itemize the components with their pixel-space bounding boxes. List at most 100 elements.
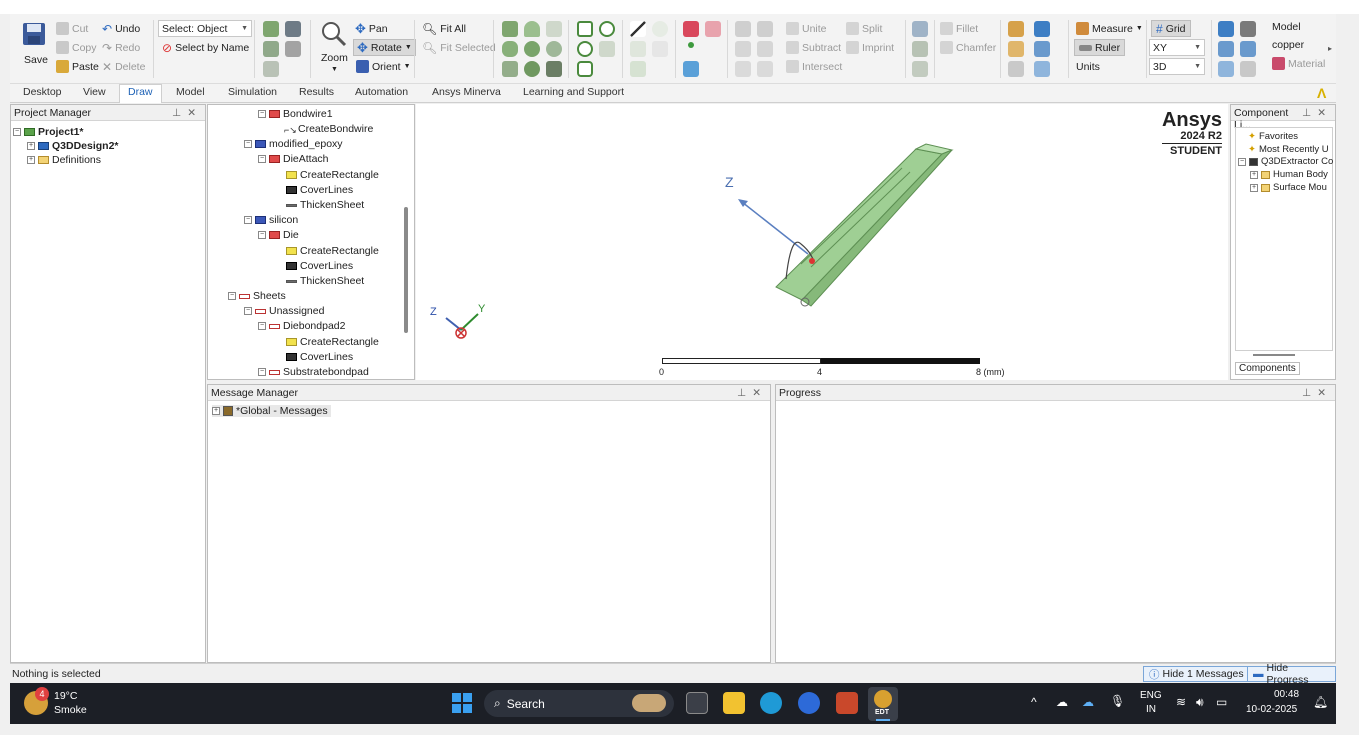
model-geometry[interactable] — [416, 104, 1228, 380]
windows-start-icon[interactable] — [451, 692, 473, 714]
dimension-dropdown[interactable]: 3D ▼ — [1149, 58, 1205, 75]
collapse-icon[interactable]: − — [258, 155, 266, 163]
subregion-icon[interactable] — [705, 21, 721, 37]
measure-button[interactable]: Measure ▼ — [1076, 20, 1143, 37]
tree-item[interactable]: CoverLines — [286, 184, 353, 196]
3d-viewport[interactable]: Ansys 2024 R2 STUDENT Z Z Y X 0 4 8 (mm) — [416, 104, 1228, 380]
coordinate-system-icon[interactable] — [1008, 21, 1024, 37]
intersect-button[interactable]: Intersect — [786, 58, 842, 75]
hide-progress-button[interactable]: ▬ Hide Progress — [1247, 662, 1336, 686]
collapse-icon[interactable]: − — [13, 128, 21, 136]
save-button[interactable]: Save — [18, 18, 50, 80]
clock-time[interactable]: 00:48 — [1274, 689, 1299, 700]
wifi-icon[interactable]: ≋ — [1176, 695, 1186, 709]
expand-icon[interactable]: + — [1250, 170, 1258, 179]
onedrive-icon[interactable]: ☁ — [1082, 695, 1094, 709]
redo-button[interactable]: ↷ Redo — [102, 39, 140, 56]
boolean-d-icon[interactable] — [757, 41, 773, 57]
imprint-button[interactable]: Imprint — [846, 39, 894, 56]
collapse-icon[interactable]: − — [258, 110, 266, 118]
orient-button[interactable]: Orient ▼ — [356, 58, 411, 75]
language-region[interactable]: IN — [1146, 704, 1156, 715]
plane-icon[interactable] — [683, 61, 699, 77]
collapse-icon[interactable]: − — [228, 292, 236, 300]
zoom-app-icon[interactable] — [798, 692, 820, 714]
box-icon[interactable] — [502, 21, 518, 37]
tree-item[interactable]: − Substratebondpad — [258, 366, 369, 378]
sweep-icon[interactable] — [912, 21, 928, 37]
fillet-button[interactable]: Fillet — [940, 20, 978, 37]
line-tool-icon[interactable] — [630, 21, 646, 37]
chamfer-button[interactable]: Chamfer — [940, 39, 996, 56]
select-mode-dropdown[interactable]: Select: Object ▼ — [158, 20, 252, 37]
collapse-icon[interactable]: − — [244, 216, 252, 224]
global-messages-item[interactable]: + *Global - Messages — [212, 405, 331, 417]
boolean-e-icon[interactable] — [735, 61, 751, 77]
boolean-a-icon[interactable] — [735, 21, 751, 37]
tab-results[interactable]: Results — [299, 86, 334, 98]
select-edge-icon[interactable] — [263, 41, 279, 57]
tree-item[interactable]: − Q3DExtractor Co — [1238, 156, 1333, 167]
tree-item[interactable]: − Die — [258, 229, 299, 241]
arc-tool-icon[interactable] — [652, 21, 668, 37]
edge-icon[interactable] — [1008, 61, 1024, 77]
unite-button[interactable]: Unite — [786, 20, 827, 37]
tree-item[interactable]: − Unassigned — [244, 305, 324, 317]
tab-learning-and-support[interactable]: Learning and Support — [523, 86, 624, 98]
tree-item[interactable]: CreateRectangle — [286, 245, 379, 257]
tab-automation[interactable]: Automation — [355, 86, 408, 98]
object-cs-icon[interactable] — [1034, 41, 1050, 57]
fit-selected-button[interactable]: 🔍︎ Fit Selected — [422, 39, 496, 56]
material-button[interactable]: Material — [1272, 55, 1325, 72]
expand-icon[interactable]: + — [27, 142, 35, 150]
zoom-button[interactable]: Zoom ▼ — [316, 18, 352, 80]
select-body-icon[interactable] — [285, 41, 301, 57]
boolean-f-icon[interactable] — [757, 61, 773, 77]
tree-item[interactable]: ✦ Most Recently U — [1248, 144, 1329, 155]
tree-project[interactable]: − Project1* — [13, 126, 84, 138]
cylinder-icon[interactable] — [502, 41, 518, 57]
fit-all-button[interactable]: 🔍︎ Fit All — [422, 20, 466, 37]
tree-item[interactable]: CoverLines — [286, 260, 353, 272]
tab-ansys-minerva[interactable]: Ansys Minerva — [432, 86, 501, 98]
model-view-icon[interactable] — [1218, 21, 1234, 37]
microphone-icon[interactable]: 🎙︎ — [1110, 694, 1125, 708]
cover-tool-icon[interactable] — [912, 61, 928, 77]
panel-pin-close-icon[interactable]: ⊥✕ — [1302, 387, 1332, 399]
equation-curve-icon[interactable] — [652, 41, 668, 57]
tree-item[interactable]: ThickenSheet — [286, 275, 364, 287]
tree-item[interactable]: ThickenSheet — [286, 199, 364, 211]
select-by-name-button[interactable]: ⊘ Select by Name — [162, 39, 249, 56]
expand-icon[interactable]: + — [212, 407, 220, 415]
ucs-icon[interactable] — [1034, 61, 1050, 77]
collapse-icon[interactable]: − — [1238, 157, 1246, 166]
tab-view[interactable]: View — [83, 86, 106, 98]
cut-button[interactable]: Cut — [56, 20, 88, 37]
bondwire-tool-icon[interactable] — [546, 61, 562, 77]
circle-tool-icon[interactable] — [577, 41, 593, 57]
spline-tool-icon[interactable] — [630, 41, 646, 57]
region-icon[interactable] — [683, 21, 699, 37]
model-window-icon[interactable] — [1240, 21, 1256, 37]
select-vertex-icon[interactable] — [263, 21, 279, 37]
layout-d-icon[interactable] — [1240, 61, 1256, 77]
thicken-tool-icon[interactable] — [912, 41, 928, 57]
powerpoint-icon[interactable] — [836, 692, 858, 714]
hide-messages-button[interactable]: ⓘ Hide 1 Messages — [1143, 666, 1250, 682]
notifications-icon[interactable]: 🔔︎ — [1313, 695, 1328, 709]
polyhedron-icon[interactable] — [502, 61, 518, 77]
rotate-button[interactable]: ✥ Rotate ▼ — [353, 39, 416, 56]
tree-item[interactable]: CreateRectangle — [286, 336, 379, 348]
layout-a-icon[interactable] — [1218, 41, 1234, 57]
panel-pin-close-icon[interactable]: ⊥✕ — [1302, 107, 1332, 119]
language-code[interactable]: ENG — [1140, 690, 1162, 701]
split-button[interactable]: Split — [846, 20, 882, 37]
undo-button[interactable]: ↶ Undo — [102, 20, 140, 37]
edge-browser-icon[interactable] — [760, 692, 782, 714]
battery-icon[interactable]: ▭ — [1216, 695, 1227, 709]
boolean-b-icon[interactable] — [757, 21, 773, 37]
edt-app-button[interactable]: EDT — [868, 687, 898, 721]
tree-item[interactable]: ⌐↘ CreateBondwire — [284, 123, 373, 135]
panel-pin-close-icon[interactable]: ⊥✕ — [172, 107, 202, 119]
tree-design[interactable]: + Q3DDesign2* — [27, 140, 119, 152]
